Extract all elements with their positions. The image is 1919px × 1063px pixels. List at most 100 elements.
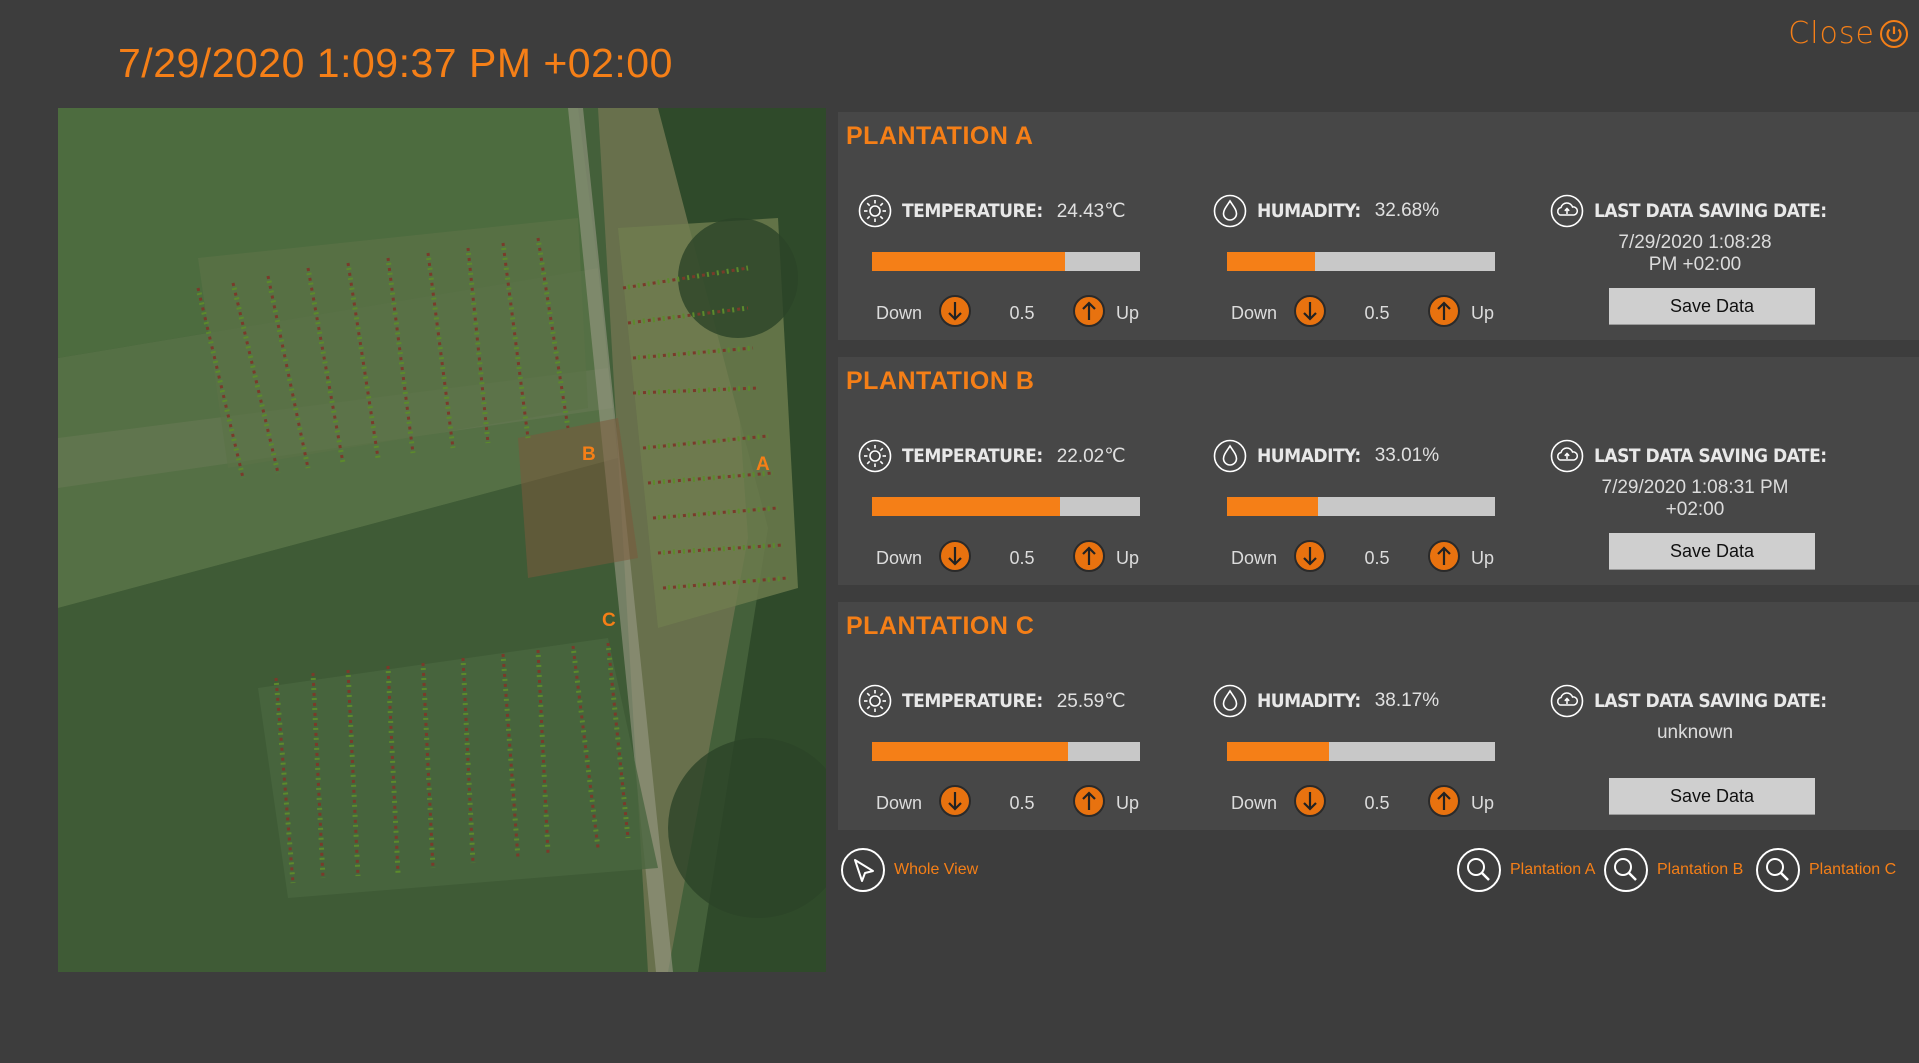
last-save-label: LAST DATA SAVING DATE: [1594, 445, 1827, 467]
down-label: Down [876, 548, 923, 568]
plantation-a-zoom-button[interactable]: Plantation A [1456, 847, 1595, 893]
save-data-button[interactable]: Save Data [1609, 288, 1815, 324]
temperature-label: TEMPERATURE: [902, 690, 1043, 712]
humidity-value: 38.17% [1374, 690, 1440, 711]
temperature-value: 22.02℃ [1056, 445, 1126, 467]
map-label-c: C [602, 610, 616, 631]
last-save-section: LAST DATA SAVING DATE: 7/29/2020 1:08:31… [1550, 439, 1840, 521]
save-data-button[interactable]: Save Data [1609, 533, 1815, 569]
humidity-up-button[interactable] [1427, 539, 1461, 578]
up-label: Up [1471, 548, 1495, 568]
arrow-up-circle-icon[interactable] [1427, 539, 1461, 573]
temperature-label: TEMPERATURE: [902, 445, 1043, 467]
save-data-button[interactable]: Save Data [1609, 778, 1815, 814]
arrow-down-circle-icon[interactable] [1293, 539, 1327, 573]
arrow-up-circle-icon[interactable] [1072, 294, 1106, 328]
humidity-sensor: HUMADITY: 32.68% Down 0.5 Up [1213, 194, 1495, 327]
temperature-level-fill [872, 497, 1060, 516]
temperature-level-bar [872, 742, 1140, 761]
cloud-upload-icon [1550, 194, 1584, 228]
humidity-level-fill [1227, 742, 1329, 761]
cloud-upload-icon [1550, 439, 1584, 473]
plantation-b-zoom-button[interactable]: Plantation B [1603, 847, 1743, 893]
arrow-down-circle-icon[interactable] [938, 539, 972, 573]
water-drop-icon [1213, 684, 1247, 718]
last-save-date: 7/29/2020 1:08:28 PM +02:00 [1550, 232, 1840, 276]
last-save-date: unknown [1550, 722, 1840, 744]
humidity-label: HUMADITY: [1257, 690, 1361, 712]
temperature-value: 25.59℃ [1056, 690, 1126, 712]
humidity-up-button[interactable] [1427, 294, 1461, 333]
step-value: 0.5 [1009, 548, 1035, 568]
temperature-down-button[interactable] [938, 539, 972, 578]
last-save-date-line2: +02:00 [1665, 499, 1725, 520]
arrow-up-circle-icon[interactable] [1427, 784, 1461, 818]
temperature-down-button[interactable] [938, 294, 972, 333]
temperature-level-bar [872, 252, 1140, 271]
whole-view-label: Whole View [894, 861, 979, 878]
temperature-down-button[interactable] [938, 784, 972, 823]
humidity-level-bar [1227, 252, 1495, 271]
arrow-up-circle-icon[interactable] [1072, 784, 1106, 818]
panel-title: PLANTATION C [846, 612, 1035, 640]
sun-icon [858, 194, 892, 228]
water-drop-icon [1213, 194, 1247, 228]
arrow-up-circle-icon[interactable] [1072, 539, 1106, 573]
last-save-date: 7/29/2020 1:08:31 PM +02:00 [1550, 477, 1840, 521]
close-button[interactable]: Close [1788, 16, 1909, 51]
panel-title: PLANTATION A [846, 122, 1034, 150]
humidity-value: 32.68% [1374, 200, 1440, 221]
last-save-label: LAST DATA SAVING DATE: [1594, 200, 1827, 222]
temperature-value: 24.43℃ [1056, 200, 1126, 222]
step-value: 0.5 [1009, 303, 1035, 323]
temperature-up-button[interactable] [1072, 784, 1106, 823]
plantation-b-panel: PLANTATION B TEMPERATURE: 22.02℃ Down 0.… [838, 357, 1919, 585]
arrow-down-circle-icon[interactable] [1293, 294, 1327, 328]
up-label: Up [1116, 303, 1140, 323]
down-label: Down [1231, 793, 1278, 813]
up-label: Up [1116, 548, 1140, 568]
humidity-controls: Down 0.5 Up [1231, 294, 1511, 333]
water-drop-icon [1213, 439, 1247, 473]
temperature-sensor: TEMPERATURE: 25.59℃ Down 0.5 Up [858, 684, 1140, 817]
down-label: Down [1231, 303, 1278, 323]
humidity-label: HUMADITY: [1257, 200, 1361, 222]
temperature-level-bar [872, 497, 1140, 516]
humidity-sensor: HUMADITY: 33.01% Down 0.5 Up [1213, 439, 1495, 572]
down-label: Down [876, 793, 923, 813]
humidity-down-button[interactable] [1293, 294, 1327, 333]
step-value: 0.5 [1364, 793, 1390, 813]
temperature-up-button[interactable] [1072, 294, 1106, 333]
humidity-down-button[interactable] [1293, 784, 1327, 823]
magnifier-icon [1756, 848, 1800, 892]
plantation-b-zoom-label: Plantation B [1657, 861, 1744, 878]
map-label-a: A [756, 454, 770, 475]
humidity-controls: Down 0.5 Up [1231, 539, 1511, 578]
humidity-sensor: HUMADITY: 38.17% Down 0.5 Up [1213, 684, 1495, 817]
sun-icon [858, 439, 892, 473]
plantation-c-zoom-button[interactable]: Plantation C [1755, 847, 1896, 893]
up-label: Up [1471, 303, 1495, 323]
satellite-map[interactable]: A B C [58, 108, 826, 972]
whole-view-button[interactable]: Whole View [840, 847, 978, 893]
plantation-a-panel: PLANTATION A TEMPERATURE: 24.43℃ Down 0.… [838, 112, 1919, 340]
step-value: 0.5 [1009, 793, 1035, 813]
temperature-up-button[interactable] [1072, 539, 1106, 578]
arrow-down-circle-icon[interactable] [938, 784, 972, 818]
current-datetime: 7/29/2020 1:09:37 PM +02:00 [118, 40, 673, 86]
temperature-controls: Down 0.5 Up [876, 539, 1156, 578]
plantation-a-zoom-label: Plantation A [1510, 861, 1596, 878]
cursor-arrow-icon [841, 848, 885, 892]
plantation-c-zoom-label: Plantation C [1809, 861, 1897, 878]
up-label: Up [1471, 793, 1495, 813]
temperature-controls: Down 0.5 Up [876, 784, 1156, 823]
last-save-date-line1: unknown [1656, 722, 1734, 743]
humidity-level-bar [1227, 497, 1495, 516]
arrow-down-circle-icon[interactable] [938, 294, 972, 328]
arrow-down-circle-icon[interactable] [1293, 784, 1327, 818]
arrow-up-circle-icon[interactable] [1427, 294, 1461, 328]
humidity-value: 33.01% [1374, 445, 1440, 466]
magnifier-icon [1604, 848, 1648, 892]
humidity-down-button[interactable] [1293, 539, 1327, 578]
humidity-up-button[interactable] [1427, 784, 1461, 823]
